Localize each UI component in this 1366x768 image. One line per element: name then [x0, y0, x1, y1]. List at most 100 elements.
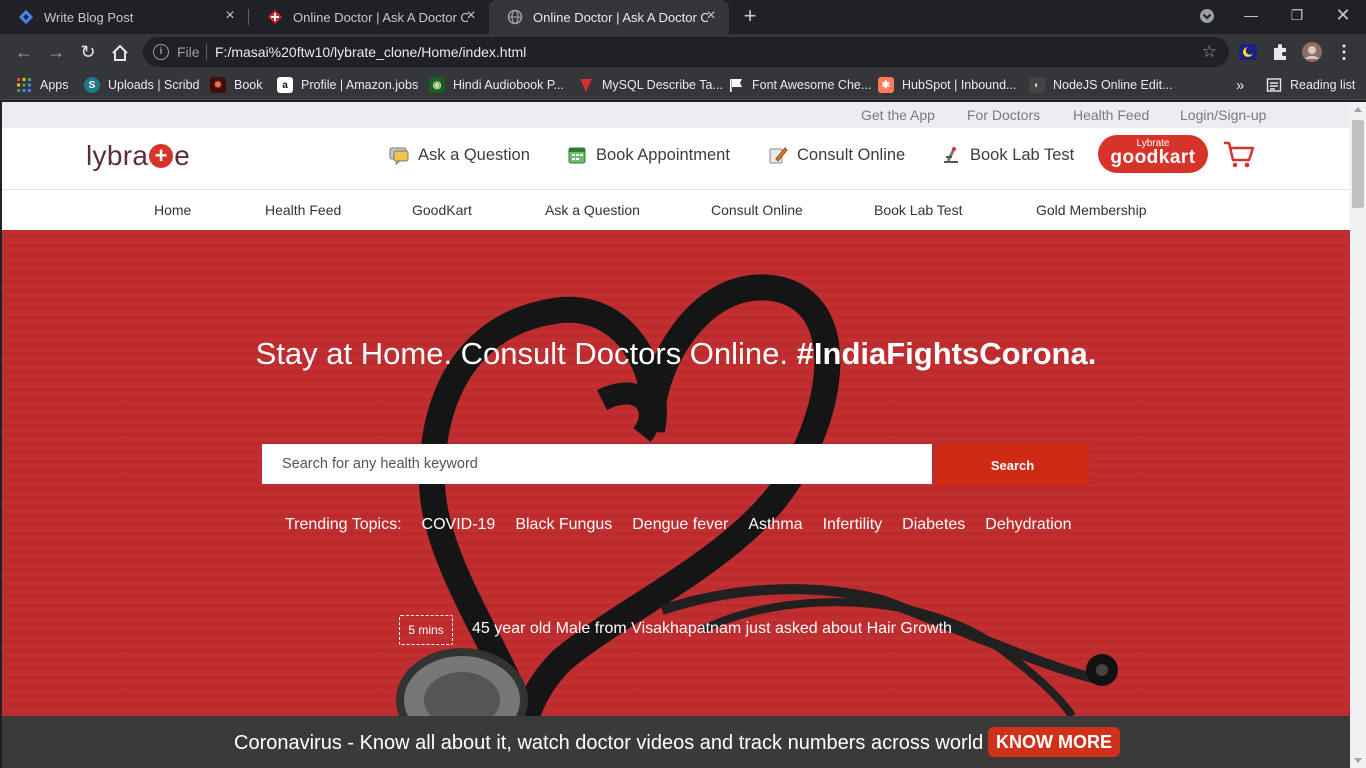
trending-topic-black-fungus[interactable]: Black Fungus	[515, 516, 612, 534]
close-tab-icon[interactable]: ×	[222, 8, 238, 24]
bookmark-label: Apps	[40, 78, 69, 92]
bookmark-amazon-jobs[interactable]: a Profile | Amazon.jobs	[277, 75, 418, 95]
reading-list-button[interactable]: Reading list	[1266, 75, 1355, 95]
tab-online-doctor-active[interactable]: Online Doctor | Ask A Doctor Online ×	[489, 0, 729, 34]
health-feed-toplink[interactable]: Health Feed	[1073, 107, 1149, 123]
browser-menu-icon[interactable]: ⋮	[1332, 40, 1356, 64]
bookmark-apps[interactable]: Apps	[16, 75, 69, 95]
site-header: lybra + e Ask a Question Book Appointment …	[2, 128, 1350, 190]
nav-book-lab-test[interactable]: Book Lab Test	[940, 145, 1074, 165]
utility-bar: Get the App For Doctors Health Feed Logi…	[2, 102, 1350, 128]
scrollbar-thumb[interactable]	[1352, 120, 1364, 208]
reload-button[interactable]: ↻	[76, 40, 100, 64]
scroll-up-arrow[interactable]	[1354, 107, 1362, 112]
trending-topic-covid[interactable]: COVID-19	[422, 516, 496, 534]
bookmark-font-awesome[interactable]: Font Awesome Che...	[728, 75, 871, 95]
trending-topic-dengue[interactable]: Dengue fever	[632, 516, 728, 534]
goodkart-big-label: goodkart	[1110, 147, 1196, 168]
trending-topic-diabetes[interactable]: Diabetes	[902, 516, 965, 534]
login-signup-link[interactable]: Login/Sign-up	[1180, 107, 1266, 123]
hubspot-icon: ✱	[878, 77, 894, 93]
back-button[interactable]: ←	[12, 40, 36, 64]
extensions-puzzle-icon[interactable]	[1270, 42, 1290, 62]
forward-button[interactable]: →	[44, 40, 68, 64]
coronavirus-banner: Coronavirus - Know all about it, watch d…	[2, 716, 1350, 768]
consult-pen-icon	[769, 147, 788, 164]
bookmark-label: HubSpot | Inbound...	[902, 78, 1017, 92]
hero-headline: Stay at Home. Consult Doctors Online. #I…	[2, 336, 1350, 372]
trending-topic-dehydration[interactable]: Dehydration	[985, 516, 1071, 534]
browser-toolbar: ← → ↻ i File F:/masai%20ftw10/lybrate_cl…	[0, 34, 1366, 70]
home-button[interactable]	[108, 40, 132, 64]
new-tab-button[interactable]: +	[738, 5, 762, 29]
for-doctors-link[interactable]: For Doctors	[967, 107, 1040, 123]
bookmark-hindi-audiobook[interactable]: ◉ Hindi Audiobook P...	[429, 75, 564, 95]
main-nav-goodkart[interactable]: GoodKart	[412, 202, 472, 218]
close-tab-icon[interactable]: ×	[463, 8, 479, 24]
minimize-button[interactable]: —	[1228, 0, 1274, 30]
trending-topic-infertility[interactable]: Infertility	[823, 516, 883, 534]
trending-topic-asthma[interactable]: Asthma	[748, 516, 802, 534]
scroll-down-arrow[interactable]	[1354, 758, 1362, 763]
bookmark-label: Profile | Amazon.jobs	[301, 78, 419, 92]
get-the-app-link[interactable]: Get the App	[861, 107, 935, 123]
bookmark-label: MySQL Describe Ta...	[602, 78, 723, 92]
tab-title: Write Blog Post	[44, 9, 134, 25]
calendar-icon	[568, 147, 586, 164]
banner-text: Coronavirus - Know all about it, watch d…	[234, 732, 984, 754]
bookmark-label: Uploads | Scribd	[108, 78, 200, 92]
goodkart-button[interactable]: Lybrate goodkart	[1098, 135, 1208, 173]
search-button[interactable]: Search	[936, 444, 1089, 486]
ticker-question-text[interactable]: 45 year old Male from Visakhapatnam just…	[472, 620, 952, 638]
trending-topics: Trending Topics: COVID-19 Black Fungus D…	[285, 516, 1092, 534]
main-nav-ask-a-question[interactable]: Ask a Question	[545, 202, 640, 218]
nav-label: Book Appointment	[596, 145, 730, 164]
reading-list-label: Reading list	[1290, 78, 1356, 92]
reading-list-icon	[1266, 78, 1282, 92]
bookmark-label: Font Awesome Che...	[752, 78, 872, 92]
nav-ask-a-question[interactable]: Ask a Question	[388, 145, 530, 165]
close-tab-icon[interactable]: ×	[703, 8, 719, 24]
bookmark-star-icon[interactable]: ☆	[1202, 42, 1217, 62]
main-nav-book-lab-test[interactable]: Book Lab Test	[874, 202, 962, 218]
info-icon[interactable]: i	[153, 44, 169, 60]
url-text[interactable]: F:/masai%20ftw10/lybrate_clone/Home/inde…	[215, 44, 526, 60]
bookmarks-overflow-button[interactable]: »	[1236, 75, 1244, 95]
shopping-cart-icon[interactable]	[1222, 140, 1256, 170]
bookmark-scribd[interactable]: S Uploads | Scribd	[84, 75, 200, 95]
home-icon	[112, 44, 128, 62]
main-nav-home[interactable]: Home	[154, 202, 191, 218]
health-search-input[interactable]	[262, 444, 932, 484]
profile-avatar[interactable]	[1302, 42, 1322, 62]
tab-strip: Write Blog Post × Online Doctor | Ask A …	[0, 0, 1366, 34]
bookmarks-bar: Apps S Uploads | Scribd ✸ Book a Profile…	[0, 70, 1366, 100]
hero-headline-hashtag: #IndiaFightsCorona.	[796, 336, 1097, 371]
bookmark-mysql[interactable]: MySQL Describe Ta...	[578, 75, 723, 95]
page-scrollbar[interactable]	[1350, 102, 1366, 768]
tab-online-doctor[interactable]: Online Doctor | Ask A Doctor Online ×	[249, 0, 489, 34]
main-nav-gold-membership[interactable]: Gold Membership	[1036, 202, 1147, 218]
extension-moon-icon[interactable]	[1238, 42, 1258, 62]
know-more-button[interactable]: KNOW MORE	[988, 727, 1120, 757]
scribd-icon: S	[84, 77, 100, 93]
lybrate-icon	[267, 9, 283, 25]
bookmark-book[interactable]: ✸ Book	[210, 75, 263, 95]
logo-plus-icon: +	[149, 144, 174, 168]
bookmark-nodejs[interactable]: ◐ NodeJS Online Edit...	[1029, 75, 1173, 95]
close-window-button[interactable]: ✕	[1320, 0, 1366, 30]
main-nav-health-feed[interactable]: Health Feed	[265, 202, 341, 218]
tab-write-blog-post[interactable]: Write Blog Post ×	[0, 0, 248, 34]
logo-text-right: e	[174, 140, 191, 171]
bookmark-hubspot[interactable]: ✱ HubSpot | Inbound...	[878, 75, 1016, 95]
audiobook-icon: ◉	[429, 77, 445, 93]
address-bar[interactable]: i File F:/masai%20ftw10/lybrate_clone/Ho…	[143, 37, 1229, 67]
lybrate-logo[interactable]: lybra + e	[86, 136, 190, 176]
restore-button[interactable]: ❐	[1274, 0, 1320, 30]
mysql-icon	[580, 79, 592, 92]
nav-consult-online[interactable]: Consult Online	[767, 145, 905, 165]
main-navigation: Home Health Feed GoodKart Ask a Question…	[2, 190, 1350, 230]
main-nav-consult-online[interactable]: Consult Online	[711, 202, 803, 218]
tab-search-icon[interactable]	[1184, 0, 1230, 30]
globe-icon	[507, 9, 523, 25]
nav-book-appointment[interactable]: Book Appointment	[566, 145, 730, 165]
